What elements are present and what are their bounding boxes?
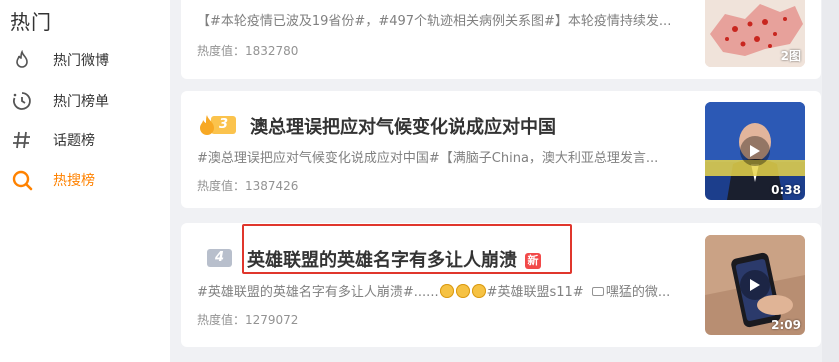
video-thumbnail[interactable]: 2:09 [705, 235, 805, 335]
card-snippet: 【#本轮疫情已波及19省份#，#497个轨迹相关病例关系图#】本轮疫情持续发..… [197, 14, 672, 29]
video-duration: 2:09 [771, 318, 801, 332]
image-count-badge: 2图 [780, 49, 801, 63]
video-link-icon [591, 287, 604, 296]
video-thumbnail[interactable]: 0:38 [705, 102, 805, 200]
card-title-link[interactable]: 澳总理误把应对气候变化说成应对中国 [250, 113, 556, 139]
card-heat: 热度值：1387426 [197, 179, 299, 193]
rank-number: 4 [207, 249, 233, 267]
snippet-text: 嘿猛的微... [605, 285, 671, 300]
snippet-hashtag: #英雄联盟s11# [486, 285, 584, 300]
card-heat: 热度值：1832780 [197, 44, 299, 58]
sidebar-item-hot-search[interactable]: 热搜榜 [10, 165, 160, 195]
card-heat: 热度值：1279072 [197, 313, 299, 327]
card-thumbnail[interactable]: 2图 [705, 0, 805, 67]
laugh-cry-emoji-icon [471, 284, 486, 298]
video-duration: 0:38 [771, 183, 801, 197]
sidebar-item-label: 热门榜单 [53, 94, 109, 110]
clock-icon [10, 89, 34, 113]
flame-icon [200, 115, 214, 135]
rank-badge: 4 [207, 249, 233, 267]
sidebar: 热门 热门微博 热门榜单 话题榜 热搜榜 [0, 0, 170, 362]
sidebar-item-label: 热搜榜 [53, 173, 95, 189]
sidebar-item-label: 话题榜 [53, 133, 95, 149]
card-snippet: #澳总理误把应对气候变化说成应对中国#【满脑子China，澳大利亚总理发言... [197, 151, 659, 166]
sidebar-item-hot-list[interactable]: 热门榜单 [10, 86, 160, 116]
rank-badge: 3 [197, 114, 237, 136]
search-icon [10, 168, 34, 192]
hot-search-card[interactable]: 4 英雄联盟的英雄名字有多让人崩溃新 #英雄联盟的英雄名字有多让人崩溃#....… [181, 223, 821, 347]
sidebar-item-topic[interactable]: 话题榜 [10, 125, 160, 155]
annotation-highlight-box [242, 224, 572, 274]
snippet-text: #英雄联盟的英雄名字有多让人崩溃#...... [197, 285, 439, 300]
laugh-cry-emoji-icon [455, 284, 470, 298]
sidebar-item-label: 热门微博 [53, 53, 109, 69]
flame-icon [10, 48, 34, 72]
play-icon [740, 270, 770, 300]
hot-search-card[interactable]: 【#本轮疫情已波及19省份#，#497个轨迹相关病例关系图#】本轮疫情持续发..… [181, 0, 821, 79]
sidebar-item-hot-weibo[interactable]: 热门微博 [10, 45, 160, 75]
card-snippet: #英雄联盟的英雄名字有多让人崩溃#...... #英雄联盟s11# 嘿猛的微... [197, 281, 707, 300]
laugh-cry-emoji-icon [439, 284, 454, 298]
hot-search-feed: 【#本轮疫情已波及19省份#，#497个轨迹相关病例关系图#】本轮疫情持续发..… [172, 0, 839, 362]
hot-search-card[interactable]: 3 澳总理误把应对气候变化说成应对中国 #澳总理误把应对气候变化说成应对中国#【… [181, 91, 821, 208]
sidebar-title: 热门 [10, 10, 52, 34]
play-icon [740, 136, 770, 166]
hashtag-icon [10, 128, 34, 152]
